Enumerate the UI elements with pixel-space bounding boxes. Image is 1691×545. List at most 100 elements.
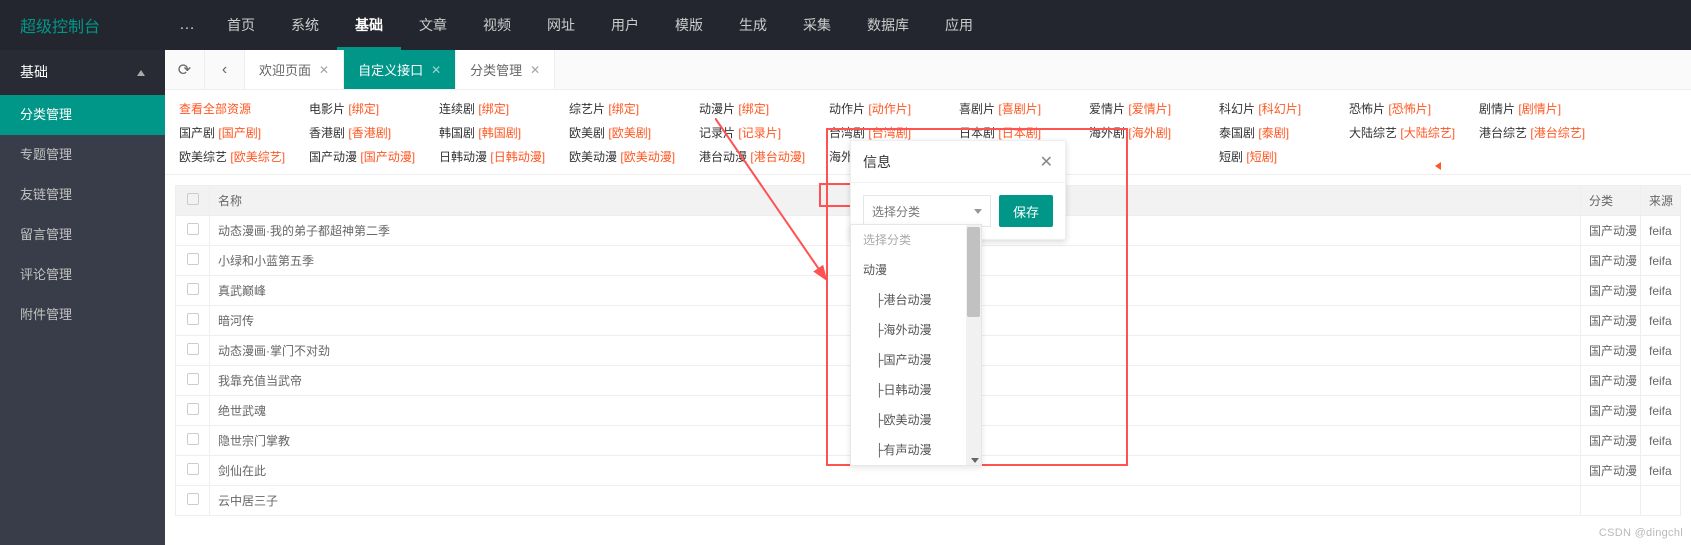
checkbox-icon[interactable] (187, 403, 199, 415)
checkbox-icon[interactable] (187, 223, 199, 235)
row-checkbox-cell[interactable] (176, 486, 210, 516)
link-cell[interactable]: 国产剧 [国产剧] (175, 124, 305, 141)
topnav-item-3[interactable]: 文章 (401, 0, 465, 50)
link-cell[interactable]: 短剧 [短剧] (1215, 148, 1345, 165)
link-cell[interactable]: 动作片 [动作片] (825, 100, 955, 117)
dropdown-item[interactable]: ├海外动漫 (851, 315, 981, 345)
link-cell[interactable]: 欧美综艺 [欧美综艺] (175, 148, 305, 165)
row-checkbox-cell[interactable] (176, 246, 210, 276)
row-checkbox-cell[interactable] (176, 456, 210, 486)
dropdown-item[interactable]: ├有声动漫 (851, 435, 981, 465)
link-cell[interactable]: 综艺片 [绑定] (565, 100, 695, 117)
dropdown-item[interactable]: ├日韩动漫 (851, 375, 981, 405)
dialog-title: 信息 (863, 152, 891, 172)
link-cell[interactable]: 剧情片 [剧情片] (1475, 100, 1605, 117)
link-tag: [香港剧] (348, 126, 391, 140)
save-button[interactable]: 保存 (999, 195, 1053, 227)
topnav-item-11[interactable]: 应用 (927, 0, 991, 50)
sidebar-item-0[interactable]: 分类管理 (0, 95, 165, 135)
dropdown-item[interactable]: ├国产动漫 (851, 345, 981, 375)
tab-1[interactable]: 自定义接口✕ (344, 50, 456, 89)
link-cell[interactable]: 日韩动漫 [日韩动漫] (435, 148, 565, 165)
sidebar-item-4[interactable]: 评论管理 (0, 255, 165, 295)
link-cell[interactable]: 香港剧 [香港剧] (305, 124, 435, 141)
topnav-item-1[interactable]: 系统 (273, 0, 337, 50)
scrollbar[interactable] (966, 225, 981, 465)
scrollbar-thumb[interactable] (967, 227, 980, 317)
table-row[interactable]: 云中居三子 (176, 486, 1681, 516)
sidebar-item-2[interactable]: 友链管理 (0, 175, 165, 215)
link-tag: [欧美综艺] (230, 150, 285, 164)
link-cell[interactable]: 海外剧 [海外剧] (1085, 124, 1215, 141)
tab-close-icon[interactable]: ✕ (431, 63, 441, 77)
refresh-button[interactable]: ⟳ (165, 50, 205, 89)
sidebar: 基础 分类管理专题管理友链管理留言管理评论管理附件管理 (0, 50, 165, 545)
sidebar-head[interactable]: 基础 (0, 50, 165, 95)
link-cell[interactable]: 查看全部资源 (175, 100, 305, 117)
link-name: 欧美动漫 (569, 150, 617, 164)
topnav-item-0[interactable]: 首页 (209, 0, 273, 50)
row-checkbox-cell[interactable] (176, 336, 210, 366)
row-checkbox-cell[interactable] (176, 426, 210, 456)
row-checkbox-cell[interactable] (176, 396, 210, 426)
link-cell[interactable]: 恐怖片 [恐怖片] (1345, 100, 1475, 117)
sidebar-item-3[interactable]: 留言管理 (0, 215, 165, 255)
row-checkbox-cell[interactable] (176, 306, 210, 336)
tab-close-icon[interactable]: ✕ (530, 63, 540, 77)
link-cell[interactable]: 韩国剧 [韩国剧] (435, 124, 565, 141)
link-cell[interactable]: 科幻片 [科幻片] (1215, 100, 1345, 117)
topnav-item-4[interactable]: 视频 (465, 0, 529, 50)
cell-source: feifa (1641, 456, 1681, 486)
checkbox-icon[interactable] (187, 193, 199, 205)
category-select[interactable]: 选择分类 (863, 195, 991, 227)
topnav-item-7[interactable]: 模版 (657, 0, 721, 50)
row-checkbox-cell[interactable] (176, 216, 210, 246)
link-cell[interactable]: 喜剧片 [喜剧片] (955, 100, 1085, 117)
checkbox-icon[interactable] (187, 343, 199, 355)
topnav-item-8[interactable]: 生成 (721, 0, 785, 50)
link-cell[interactable]: 连续剧 [绑定] (435, 100, 565, 117)
tab-2[interactable]: 分类管理✕ (456, 50, 555, 89)
topnav-item-10[interactable]: 数据库 (849, 0, 927, 50)
checkbox-icon[interactable] (187, 253, 199, 265)
topnav-item-5[interactable]: 网址 (529, 0, 593, 50)
checkbox-icon[interactable] (187, 433, 199, 445)
checkbox-icon[interactable] (187, 493, 199, 505)
link-cell[interactable]: 欧美剧 [欧美剧] (565, 124, 695, 141)
link-cell[interactable]: 爱情片 [爱情片] (1085, 100, 1215, 117)
link-cell[interactable]: 日本剧 [日本剧] (955, 124, 1085, 141)
tab-prev-button[interactable]: ‹ (205, 50, 245, 89)
topnav-item-6[interactable]: 用户 (593, 0, 657, 50)
row-checkbox-cell[interactable] (176, 366, 210, 396)
sidebar-item-5[interactable]: 附件管理 (0, 295, 165, 335)
link-cell[interactable]: 动漫片 [绑定] (695, 100, 825, 117)
more-menu[interactable]: … (165, 16, 209, 34)
link-tag: [绑定] (348, 102, 379, 116)
tab-close-icon[interactable]: ✕ (319, 63, 329, 77)
dropdown-item[interactable]: ├欧美动漫 (851, 405, 981, 435)
link-cell[interactable]: 大陆综艺 [大陆综艺] (1345, 124, 1475, 141)
dropdown-item[interactable]: 动漫 (851, 255, 981, 285)
link-cell[interactable]: 记录片 [记录片] (695, 124, 825, 141)
tab-0[interactable]: 欢迎页面✕ (245, 50, 344, 89)
link-cell[interactable]: 电影片 [绑定] (305, 100, 435, 117)
checkbox-icon[interactable] (187, 463, 199, 475)
sidebar-item-1[interactable]: 专题管理 (0, 135, 165, 175)
link-cell[interactable]: 国产动漫 [国产动漫] (305, 148, 435, 165)
link-cell[interactable]: 台湾剧 [台湾剧] (825, 124, 955, 141)
link-cell[interactable]: 欧美动漫 [欧美动漫] (565, 148, 695, 165)
dialog-close-button[interactable]: ✕ (1040, 152, 1053, 172)
link-tag: [台湾剧] (868, 126, 911, 140)
link-cell[interactable]: 泰国剧 [泰剧] (1215, 124, 1345, 141)
checkbox-icon[interactable] (187, 313, 199, 325)
checkbox-icon[interactable] (187, 373, 199, 385)
dropdown-item[interactable]: ├港台动漫 (851, 285, 981, 315)
topnav-item-9[interactable]: 采集 (785, 0, 849, 50)
col-checkbox-header[interactable] (176, 186, 210, 216)
topnav-item-2[interactable]: 基础 (337, 0, 401, 50)
link-tag: [记录片] (738, 126, 781, 140)
row-checkbox-cell[interactable] (176, 276, 210, 306)
link-cell[interactable]: 港台动漫 [港台动漫] (695, 148, 825, 165)
checkbox-icon[interactable] (187, 283, 199, 295)
link-cell[interactable]: 港台综艺 [港台综艺] (1475, 124, 1605, 141)
